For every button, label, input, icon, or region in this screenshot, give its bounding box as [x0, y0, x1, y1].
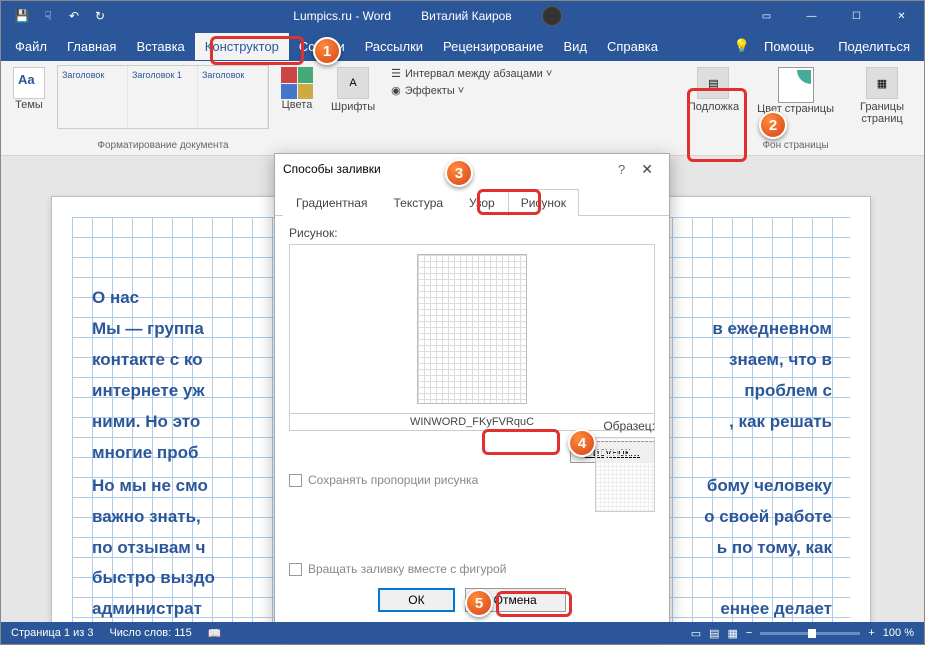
- redo-icon[interactable]: ↻: [89, 5, 111, 27]
- fonts-icon: A: [337, 67, 369, 99]
- menu-home[interactable]: Главная: [57, 33, 126, 60]
- paragraph-spacing-button[interactable]: ☰Интервал между абзацами ˅: [387, 65, 556, 82]
- zoom-level[interactable]: 100 %: [883, 627, 914, 639]
- view-read-icon[interactable]: ▭: [691, 627, 701, 640]
- lock-aspect-checkbox[interactable]: [289, 474, 302, 487]
- dialog-help-icon[interactable]: ?: [610, 162, 633, 177]
- menu-share[interactable]: Поделиться: [828, 33, 920, 60]
- annotation-marker-1: 1: [313, 37, 341, 65]
- rotate-fill-label: Вращать заливку вместе с фигурой: [308, 562, 506, 576]
- ok-button[interactable]: ОК: [378, 588, 454, 612]
- quick-access-toolbar: 💾 ☟ ↶ ↻: [1, 5, 111, 27]
- group-bg-label: Фон страницы: [762, 140, 828, 151]
- fonts-button[interactable]: A Шрифты: [325, 65, 381, 115]
- themes-label: Темы: [15, 99, 43, 111]
- close-icon[interactable]: ✕: [879, 1, 924, 31]
- window-title: Lumpics.ru - Word: [293, 9, 391, 23]
- annotation-marker-2: 2: [759, 111, 787, 139]
- sample-preview: [595, 437, 655, 512]
- menu-assistant[interactable]: Помощь: [754, 33, 824, 60]
- ribbon-options-icon[interactable]: ▭: [744, 1, 789, 31]
- word-count[interactable]: Число слов: 115: [109, 627, 191, 639]
- effects-button[interactable]: ◉Эффекты ˅: [387, 82, 468, 99]
- page-color-button[interactable]: Цвет страницы: [751, 65, 840, 117]
- tab-pattern[interactable]: Узор: [456, 189, 508, 216]
- themes-button[interactable]: Темы: [7, 65, 51, 113]
- dialog-tabs: Градиентная Текстура Узор Рисунок: [275, 188, 669, 216]
- colors-icon: [281, 67, 313, 99]
- page-color-icon: [778, 67, 814, 103]
- menu-view[interactable]: Вид: [553, 33, 597, 60]
- dialog-close-icon[interactable]: ✕: [633, 161, 661, 178]
- page-borders-icon: ▦: [866, 67, 898, 99]
- menu-help[interactable]: Справка: [597, 33, 668, 60]
- view-web-icon[interactable]: ▦: [728, 627, 738, 640]
- avatar[interactable]: [542, 6, 562, 26]
- view-print-icon[interactable]: ▤: [709, 627, 719, 640]
- menu-insert[interactable]: Вставка: [126, 33, 194, 60]
- undo-icon[interactable]: ↶: [63, 5, 85, 27]
- menubar: Файл Главная Вставка Конструктор Ссылки …: [1, 31, 924, 61]
- minimize-icon[interactable]: —: [789, 1, 834, 31]
- ribbon: Темы Заголовок Заголовок 1 Заголовок Фор…: [1, 61, 924, 156]
- tab-gradient[interactable]: Градиентная: [283, 189, 380, 216]
- themes-icon: [13, 67, 45, 99]
- rotate-fill-checkbox[interactable]: [289, 563, 302, 576]
- menu-review[interactable]: Рецензирование: [433, 33, 553, 60]
- user-name: Виталий Каиров: [421, 9, 512, 23]
- annotation-marker-5: 5: [465, 589, 493, 617]
- tab-picture[interactable]: Рисунок: [508, 189, 579, 216]
- picture-thumbnail: [417, 254, 527, 404]
- tab-texture[interactable]: Текстура: [380, 189, 456, 216]
- menu-mailings[interactable]: Рассылки: [355, 33, 433, 60]
- menu-file[interactable]: Файл: [5, 33, 57, 60]
- picture-label: Рисунок:: [289, 226, 655, 240]
- annotation-marker-3: 3: [445, 159, 473, 187]
- save-icon[interactable]: 💾: [11, 5, 33, 27]
- touch-mode-icon[interactable]: ☟: [37, 5, 59, 27]
- lock-aspect-label: Сохранять пропорции рисунка: [308, 473, 478, 487]
- titlebar: 💾 ☟ ↶ ↻ Lumpics.ru - Word Виталий Каиров…: [1, 1, 924, 31]
- zoom-out-icon[interactable]: −: [746, 627, 752, 639]
- page-count[interactable]: Страница 1 из 3: [11, 627, 93, 639]
- statusbar: Страница 1 из 3 Число слов: 115 📖 ▭ ▤ ▦ …: [1, 622, 924, 644]
- colors-button[interactable]: Цвета: [275, 65, 319, 113]
- watermark-icon: ▤: [697, 67, 729, 99]
- menu-design[interactable]: Конструктор: [195, 33, 289, 60]
- zoom-slider[interactable]: [760, 632, 860, 635]
- group-format-label: Форматирование документа: [97, 140, 228, 151]
- maximize-icon[interactable]: ☐: [834, 1, 879, 31]
- watermark-button[interactable]: ▤ Подложка: [682, 65, 745, 115]
- spell-check-icon[interactable]: 📖: [208, 627, 222, 640]
- annotation-marker-4: 4: [568, 429, 596, 457]
- style-gallery[interactable]: Заголовок Заголовок 1 Заголовок: [57, 65, 269, 129]
- fill-effects-dialog: Способы заливки ? ✕ Градиентная Текстура…: [274, 153, 670, 623]
- zoom-in-icon[interactable]: +: [868, 627, 874, 639]
- picture-preview: [289, 244, 655, 414]
- page-borders-button[interactable]: ▦ Границы страниц: [846, 65, 918, 127]
- tell-me-icon: 💡: [734, 38, 750, 54]
